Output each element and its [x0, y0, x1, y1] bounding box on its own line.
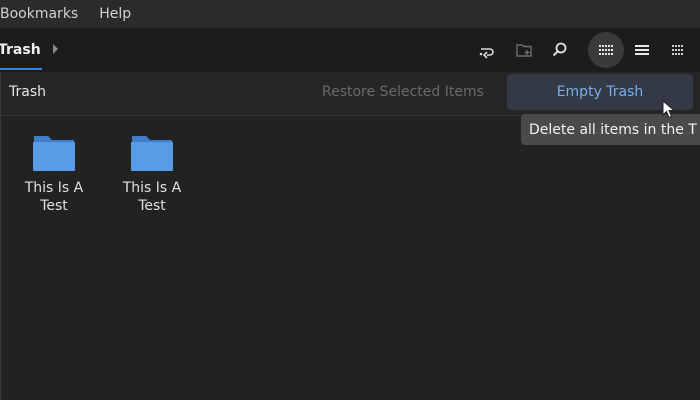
file-label: This Is A Test [122, 180, 182, 214]
menubar: Bookmarks Help [0, 0, 700, 28]
list-item[interactable]: This Is A Test [8, 132, 100, 215]
breadcrumb-active-indicator [0, 68, 42, 70]
file-label: This Is A Test [24, 180, 84, 214]
sidebar-divider [0, 72, 1, 400]
mouse-cursor-icon [662, 100, 676, 119]
search-icon[interactable] [542, 32, 578, 68]
restore-selected-button[interactable]: Restore Selected Items [322, 84, 484, 100]
options-icon[interactable] [660, 32, 696, 68]
folder-icon [131, 136, 173, 171]
breadcrumb-next-icon[interactable] [53, 44, 58, 54]
trash-action-bar: Trash Restore Selected Items Empty Trash [0, 72, 700, 116]
list-view-icon[interactable] [624, 32, 660, 68]
action-bar-title: Trash [9, 84, 46, 100]
folder-icon [33, 136, 75, 171]
toolbar: Trash [0, 28, 700, 73]
history-icon[interactable] [469, 32, 505, 68]
list-item[interactable]: This Is A Test [106, 132, 198, 215]
menu-help[interactable]: Help [99, 6, 131, 22]
new-folder-icon[interactable] [506, 32, 542, 68]
breadcrumb[interactable]: Trash [0, 28, 41, 72]
breadcrumb-trash[interactable]: Trash [0, 42, 41, 58]
grid-view-icon[interactable] [588, 32, 624, 68]
menu-bookmarks[interactable]: Bookmarks [0, 6, 78, 22]
